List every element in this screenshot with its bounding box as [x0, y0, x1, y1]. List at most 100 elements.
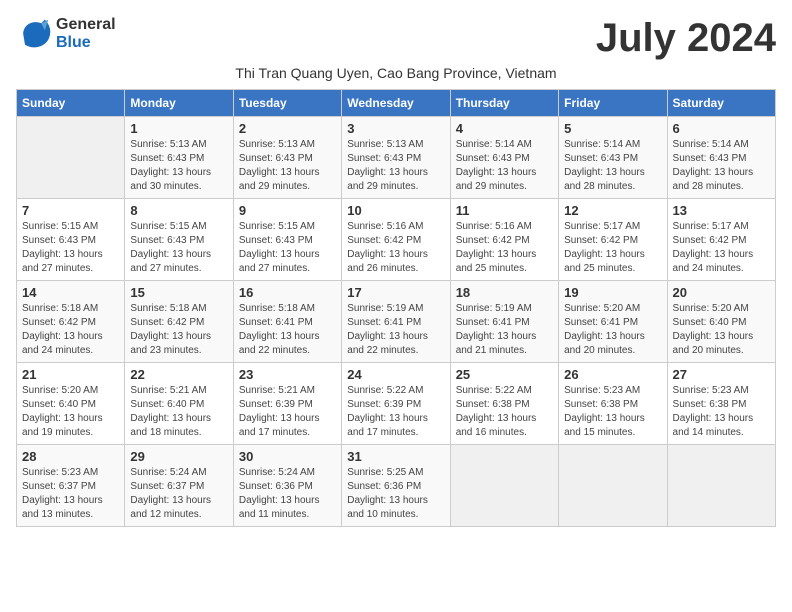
calendar-cell: 21 Sunrise: 5:20 AM Sunset: 6:40 PM Dayli… — [17, 363, 125, 445]
cell-info: Sunrise: 5:23 AM Sunset: 6:38 PM Dayligh… — [673, 384, 770, 440]
day-number: 1 — [130, 121, 227, 136]
calendar-cell — [559, 445, 667, 527]
calendar-cell: 19 Sunrise: 5:20 AM Sunset: 6:41 PM Dayli… — [559, 281, 667, 363]
calendar-cell — [450, 445, 558, 527]
subtitle: Thi Tran Quang Uyen, Cao Bang Province, … — [16, 65, 776, 81]
calendar-cell: 10 Sunrise: 5:16 AM Sunset: 6:42 PM Dayli… — [342, 199, 450, 281]
day-number: 14 — [22, 285, 119, 300]
cell-info: Sunrise: 5:16 AM Sunset: 6:42 PM Dayligh… — [456, 220, 553, 276]
calendar-week-row: 21 Sunrise: 5:20 AM Sunset: 6:40 PM Dayli… — [17, 363, 776, 445]
cell-info: Sunrise: 5:19 AM Sunset: 6:41 PM Dayligh… — [347, 302, 444, 358]
day-number: 30 — [239, 449, 336, 464]
cell-info: Sunrise: 5:19 AM Sunset: 6:41 PM Dayligh… — [456, 302, 553, 358]
header: General Blue July 2024 — [16, 16, 776, 61]
cell-info: Sunrise: 5:18 AM Sunset: 6:42 PM Dayligh… — [130, 302, 227, 358]
day-number: 10 — [347, 203, 444, 218]
cell-info: Sunrise: 5:14 AM Sunset: 6:43 PM Dayligh… — [456, 138, 553, 194]
calendar-cell: 9 Sunrise: 5:15 AM Sunset: 6:43 PM Daylig… — [233, 199, 341, 281]
day-header-friday: Friday — [559, 90, 667, 117]
calendar-cell: 1 Sunrise: 5:13 AM Sunset: 6:43 PM Daylig… — [125, 117, 233, 199]
calendar-week-row: 14 Sunrise: 5:18 AM Sunset: 6:42 PM Dayli… — [17, 281, 776, 363]
calendar-cell: 7 Sunrise: 5:15 AM Sunset: 6:43 PM Daylig… — [17, 199, 125, 281]
calendar-cell: 3 Sunrise: 5:13 AM Sunset: 6:43 PM Daylig… — [342, 117, 450, 199]
cell-info: Sunrise: 5:16 AM Sunset: 6:42 PM Dayligh… — [347, 220, 444, 276]
calendar-cell: 12 Sunrise: 5:17 AM Sunset: 6:42 PM Dayli… — [559, 199, 667, 281]
day-number: 9 — [239, 203, 336, 218]
day-number: 12 — [564, 203, 661, 218]
cell-info: Sunrise: 5:13 AM Sunset: 6:43 PM Dayligh… — [130, 138, 227, 194]
calendar-cell: 5 Sunrise: 5:14 AM Sunset: 6:43 PM Daylig… — [559, 117, 667, 199]
calendar-cell: 15 Sunrise: 5:18 AM Sunset: 6:42 PM Dayli… — [125, 281, 233, 363]
day-number: 2 — [239, 121, 336, 136]
day-number: 4 — [456, 121, 553, 136]
logo: General Blue — [16, 16, 116, 52]
cell-info: Sunrise: 5:24 AM Sunset: 6:36 PM Dayligh… — [239, 466, 336, 522]
calendar-cell: 17 Sunrise: 5:19 AM Sunset: 6:41 PM Dayli… — [342, 281, 450, 363]
day-number: 8 — [130, 203, 227, 218]
day-number: 15 — [130, 285, 227, 300]
calendar-cell: 24Sunrise: 5:22 AM Sunset: 6:39 PM Dayli… — [342, 363, 450, 445]
calendar-week-row: 7 Sunrise: 5:15 AM Sunset: 6:43 PM Daylig… — [17, 199, 776, 281]
cell-info: Sunrise: 5:14 AM Sunset: 6:43 PM Dayligh… — [673, 138, 770, 194]
calendar-cell: 31 Sunrise: 5:25 AM Sunset: 6:36 PM Dayli… — [342, 445, 450, 527]
cell-info: Sunrise: 5:13 AM Sunset: 6:43 PM Dayligh… — [347, 138, 444, 194]
calendar-week-row: 1 Sunrise: 5:13 AM Sunset: 6:43 PM Daylig… — [17, 117, 776, 199]
cell-info: Sunrise: 5:21 AM Sunset: 6:39 PM Dayligh… — [239, 384, 336, 440]
day-number: 7 — [22, 203, 119, 218]
day-number: 22 — [130, 367, 227, 382]
day-number: 11 — [456, 203, 553, 218]
calendar-header-row: SundayMondayTuesdayWednesdayThursdayFrid… — [17, 90, 776, 117]
day-number: 21 — [22, 367, 119, 382]
day-number: 17 — [347, 285, 444, 300]
calendar-cell: 26Sunrise: 5:23 AM Sunset: 6:38 PM Dayli… — [559, 363, 667, 445]
day-header-monday: Monday — [125, 90, 233, 117]
calendar-cell — [667, 445, 775, 527]
cell-info: Sunrise: 5:20 AM Sunset: 6:41 PM Dayligh… — [564, 302, 661, 358]
cell-info: Sunrise: 5:13 AM Sunset: 6:43 PM Dayligh… — [239, 138, 336, 194]
day-number: 27 — [673, 367, 770, 382]
day-header-saturday: Saturday — [667, 90, 775, 117]
cell-info: Sunrise: 5:23 AM Sunset: 6:38 PM Dayligh… — [564, 384, 661, 440]
calendar-cell: 25Sunrise: 5:22 AM Sunset: 6:38 PM Dayli… — [450, 363, 558, 445]
day-number: 19 — [564, 285, 661, 300]
calendar-cell: 23Sunrise: 5:21 AM Sunset: 6:39 PM Dayli… — [233, 363, 341, 445]
cell-info: Sunrise: 5:18 AM Sunset: 6:42 PM Dayligh… — [22, 302, 119, 358]
day-number: 5 — [564, 121, 661, 136]
cell-info: Sunrise: 5:15 AM Sunset: 6:43 PM Dayligh… — [130, 220, 227, 276]
calendar-cell: 22 Sunrise: 5:21 AM Sunset: 6:40 PM Dayli… — [125, 363, 233, 445]
day-number: 25 — [456, 367, 553, 382]
cell-info: Sunrise: 5:17 AM Sunset: 6:42 PM Dayligh… — [564, 220, 661, 276]
calendar-cell: 13Sunrise: 5:17 AM Sunset: 6:42 PM Dayli… — [667, 199, 775, 281]
day-number: 31 — [347, 449, 444, 464]
calendar-cell: 6 Sunrise: 5:14 AM Sunset: 6:43 PM Daylig… — [667, 117, 775, 199]
cell-info: Sunrise: 5:24 AM Sunset: 6:37 PM Dayligh… — [130, 466, 227, 522]
calendar-cell: 8 Sunrise: 5:15 AM Sunset: 6:43 PM Daylig… — [125, 199, 233, 281]
calendar-cell: 11 Sunrise: 5:16 AM Sunset: 6:42 PM Dayli… — [450, 199, 558, 281]
day-number: 16 — [239, 285, 336, 300]
logo-text: General Blue — [56, 16, 116, 52]
day-number: 24 — [347, 367, 444, 382]
day-header-sunday: Sunday — [17, 90, 125, 117]
calendar-cell: 28Sunrise: 5:23 AM Sunset: 6:37 PM Dayli… — [17, 445, 125, 527]
cell-info: Sunrise: 5:20 AM Sunset: 6:40 PM Dayligh… — [22, 384, 119, 440]
calendar-cell: 4 Sunrise: 5:14 AM Sunset: 6:43 PM Daylig… — [450, 117, 558, 199]
calendar-week-row: 28Sunrise: 5:23 AM Sunset: 6:37 PM Dayli… — [17, 445, 776, 527]
calendar-cell: 18 Sunrise: 5:19 AM Sunset: 6:41 PM Dayli… — [450, 281, 558, 363]
cell-info: Sunrise: 5:21 AM Sunset: 6:40 PM Dayligh… — [130, 384, 227, 440]
calendar-cell: 30 Sunrise: 5:24 AM Sunset: 6:36 PM Dayli… — [233, 445, 341, 527]
day-header-wednesday: Wednesday — [342, 90, 450, 117]
day-number: 29 — [130, 449, 227, 464]
day-number: 28 — [22, 449, 119, 464]
calendar-cell: 2 Sunrise: 5:13 AM Sunset: 6:43 PM Daylig… — [233, 117, 341, 199]
cell-info: Sunrise: 5:14 AM Sunset: 6:43 PM Dayligh… — [564, 138, 661, 194]
day-number: 3 — [347, 121, 444, 136]
calendar-table: SundayMondayTuesdayWednesdayThursdayFrid… — [16, 89, 776, 527]
cell-info: Sunrise: 5:25 AM Sunset: 6:36 PM Dayligh… — [347, 466, 444, 522]
day-header-tuesday: Tuesday — [233, 90, 341, 117]
cell-info: Sunrise: 5:15 AM Sunset: 6:43 PM Dayligh… — [239, 220, 336, 276]
day-number: 6 — [673, 121, 770, 136]
cell-info: Sunrise: 5:15 AM Sunset: 6:43 PM Dayligh… — [22, 220, 119, 276]
calendar-cell: 16Sunrise: 5:18 AM Sunset: 6:41 PM Dayli… — [233, 281, 341, 363]
cell-info: Sunrise: 5:20 AM Sunset: 6:40 PM Dayligh… — [673, 302, 770, 358]
day-number: 18 — [456, 285, 553, 300]
